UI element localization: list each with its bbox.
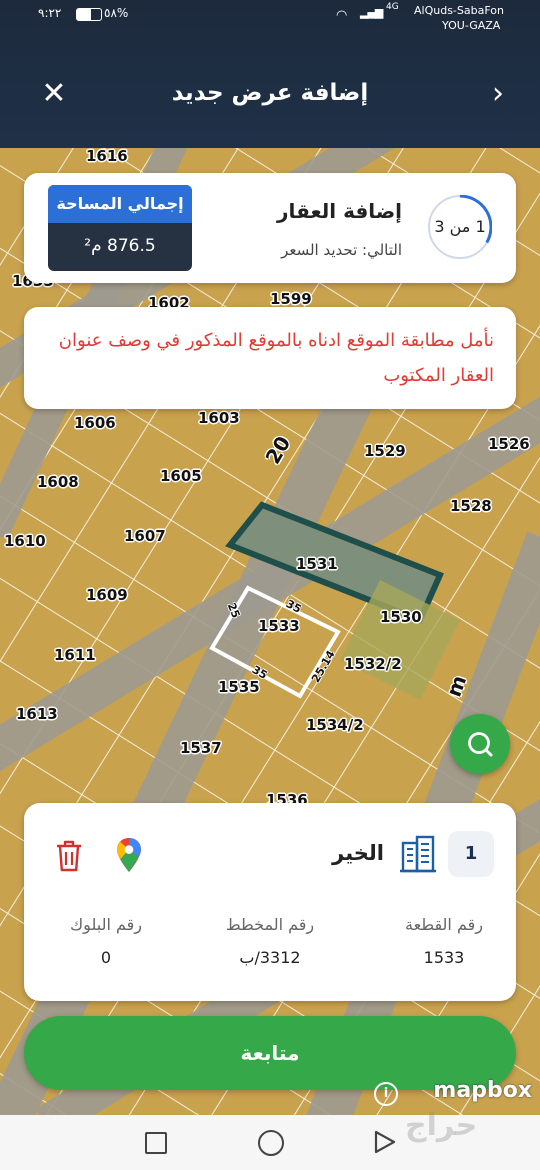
trash-icon[interactable] [54, 839, 84, 873]
scheme-number-value: 3312/ب [239, 948, 301, 967]
mapbox-attribution: mapbox [433, 1078, 532, 1103]
map-search-button[interactable] [450, 714, 510, 774]
network-type: 4G [386, 2, 399, 12]
total-area-label: إجمالي المساحة [48, 185, 192, 223]
next-step-label: التالي: تحديد السعر [281, 241, 402, 259]
page-title: إضافة عرض جديد [171, 80, 369, 106]
building-icon [400, 835, 436, 873]
district-name: الخير [332, 841, 384, 865]
block-number-column: رقم البلوك 0 [36, 915, 176, 967]
plot-label: 1534/2 [306, 716, 364, 734]
plot-label: 1535 [218, 678, 260, 696]
status-time: ٩:٢٢ [38, 6, 62, 20]
plot-label: 1533 [258, 617, 300, 635]
plot-label: 1603 [198, 409, 240, 427]
property-card[interactable]: 1 الخير رقم القطعة 1533 رقم المخطط 3312/… [24, 803, 516, 1001]
plot-label: 1611 [54, 646, 96, 664]
plot-label: 1528 [450, 497, 492, 515]
plot-number-value: 1533 [423, 948, 465, 967]
block-number-label: رقم البلوك [69, 915, 142, 934]
plot-label: 1531 [296, 555, 338, 573]
scheme-number-column: رقم المخطط 3312/ب [200, 915, 340, 967]
total-area-box: إجمالي المساحة 876.5 م² [48, 185, 192, 271]
search-icon [468, 732, 493, 757]
plot-label: 1537 [180, 739, 222, 757]
plot-number-column: رقم القطعة 1533 [374, 915, 514, 967]
plot-label: 1608 [37, 473, 79, 491]
carrier-name: AlQuds-SabaFon [414, 4, 504, 17]
plot-label: 1532/2 [344, 655, 402, 673]
chevron-right-icon[interactable]: › [488, 78, 508, 110]
plot-label: 1609 [86, 586, 128, 604]
step-counter: 1 من 3 [434, 217, 486, 236]
plot-label: 1529 [364, 442, 406, 460]
plot-label: 1599 [270, 290, 312, 308]
plot-label: 1526 [488, 435, 530, 453]
plot-label: 1610 [4, 532, 46, 550]
signal-icon: ▂▄▆ [360, 6, 383, 19]
plot-label: 1530 [380, 608, 422, 626]
plot-label: 1613 [16, 705, 58, 723]
recents-icon[interactable] [145, 1132, 167, 1154]
app-header: ٩:٢٢ ٥٨% ◠ ▂▄▆ 4G AlQuds-SabaFon YOU-GAZ… [0, 0, 540, 148]
warning-text: نأمل مطابقة الموقع ادناه بالموقع المذكور… [58, 330, 494, 386]
step-card: إجمالي المساحة 876.5 م² إضافة العقار الت… [24, 173, 516, 283]
plot-label: 1616 [86, 147, 128, 165]
battery-icon [76, 8, 102, 21]
battery-level-fill [77, 9, 91, 20]
home-icon[interactable] [258, 1130, 284, 1156]
block-number-value: 0 [100, 948, 112, 967]
step-title: إضافة العقار [277, 199, 402, 223]
plot-label: 1605 [160, 467, 202, 485]
plot-label: 1606 [74, 414, 116, 432]
battery-percent: ٥٨% [104, 6, 129, 20]
info-icon[interactable]: i [374, 1082, 398, 1106]
watermark-logo: حراج [405, 1108, 478, 1143]
total-area-value: 876.5 م² [84, 236, 156, 256]
carrier-name: YOU-GAZA [442, 19, 501, 32]
scheme-number-label: رقم المخطط [225, 915, 315, 934]
location-warning: نأمل مطابقة الموقع ادناه بالموقع المذكور… [24, 307, 516, 409]
back-icon[interactable] [372, 1129, 398, 1155]
plot-label: 1607 [124, 527, 166, 545]
wifi-icon: ◠ [336, 8, 348, 23]
property-index-badge: 1 [448, 831, 494, 877]
plot-number-label: رقم القطعة [405, 915, 483, 934]
google-maps-icon[interactable] [116, 837, 142, 873]
